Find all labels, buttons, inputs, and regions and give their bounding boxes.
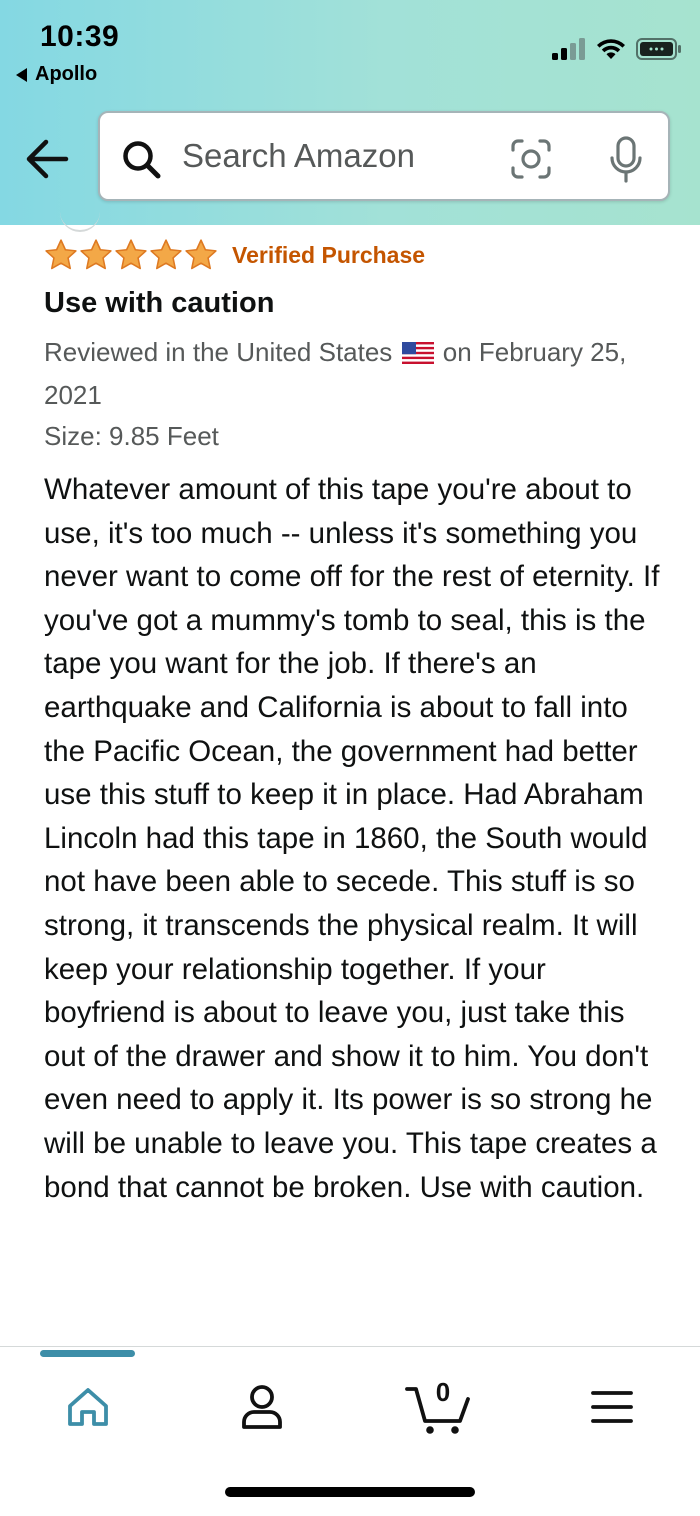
star-icon	[115, 239, 147, 270]
avatar	[60, 210, 100, 232]
signal-icon	[552, 38, 585, 60]
wifi-icon	[597, 39, 625, 59]
nav-menu-button[interactable]	[577, 1372, 647, 1442]
cart-icon: 0	[405, 1377, 470, 1434]
review-size: Size: 9.85 Feet	[44, 421, 219, 451]
home-icon	[68, 1388, 108, 1426]
active-tab-indicator	[40, 1350, 135, 1357]
star-rating	[44, 238, 218, 272]
cart-count: 0	[436, 1377, 450, 1407]
back-to-app-link[interactable]: Apollo	[16, 63, 97, 86]
back-triangle-icon	[16, 67, 27, 82]
nav-account-button[interactable]	[227, 1372, 297, 1442]
status-icons	[552, 34, 682, 64]
back-arrow-icon[interactable]	[22, 136, 72, 182]
account-icon	[242, 1385, 282, 1429]
nav-cart-button[interactable]: 0	[398, 1372, 478, 1442]
camera-scan-icon[interactable]	[510, 138, 552, 180]
star-icon	[185, 239, 217, 270]
nav-home-button[interactable]	[53, 1372, 123, 1442]
search-bar[interactable]	[98, 111, 670, 201]
status-time: 10:39	[40, 20, 120, 53]
back-app-label: Apollo	[35, 63, 98, 85]
home-indicator[interactable]	[225, 1487, 475, 1497]
top-header: 10:39 Apollo	[0, 0, 700, 225]
search-icon	[123, 141, 161, 179]
review-title: Use with caution	[44, 287, 275, 319]
review-rating-row: Verified Purchase	[44, 238, 425, 272]
star-icon	[80, 239, 112, 270]
star-icon	[45, 239, 77, 270]
us-flag-icon	[401, 342, 434, 364]
review-body: Whatever amount of this tape you're abou…	[44, 473, 660, 1204]
microphone-icon[interactable]	[608, 136, 644, 184]
review-date-line: Reviewed in the United States on Februar…	[44, 331, 664, 417]
star-icon	[150, 239, 182, 270]
review-meta-prefix: Reviewed in the United States	[44, 337, 393, 367]
search-input[interactable]	[182, 131, 482, 181]
battery-icon	[636, 38, 681, 60]
verified-purchase-badge: Verified Purchase	[232, 241, 426, 268]
menu-icon	[591, 1391, 633, 1423]
